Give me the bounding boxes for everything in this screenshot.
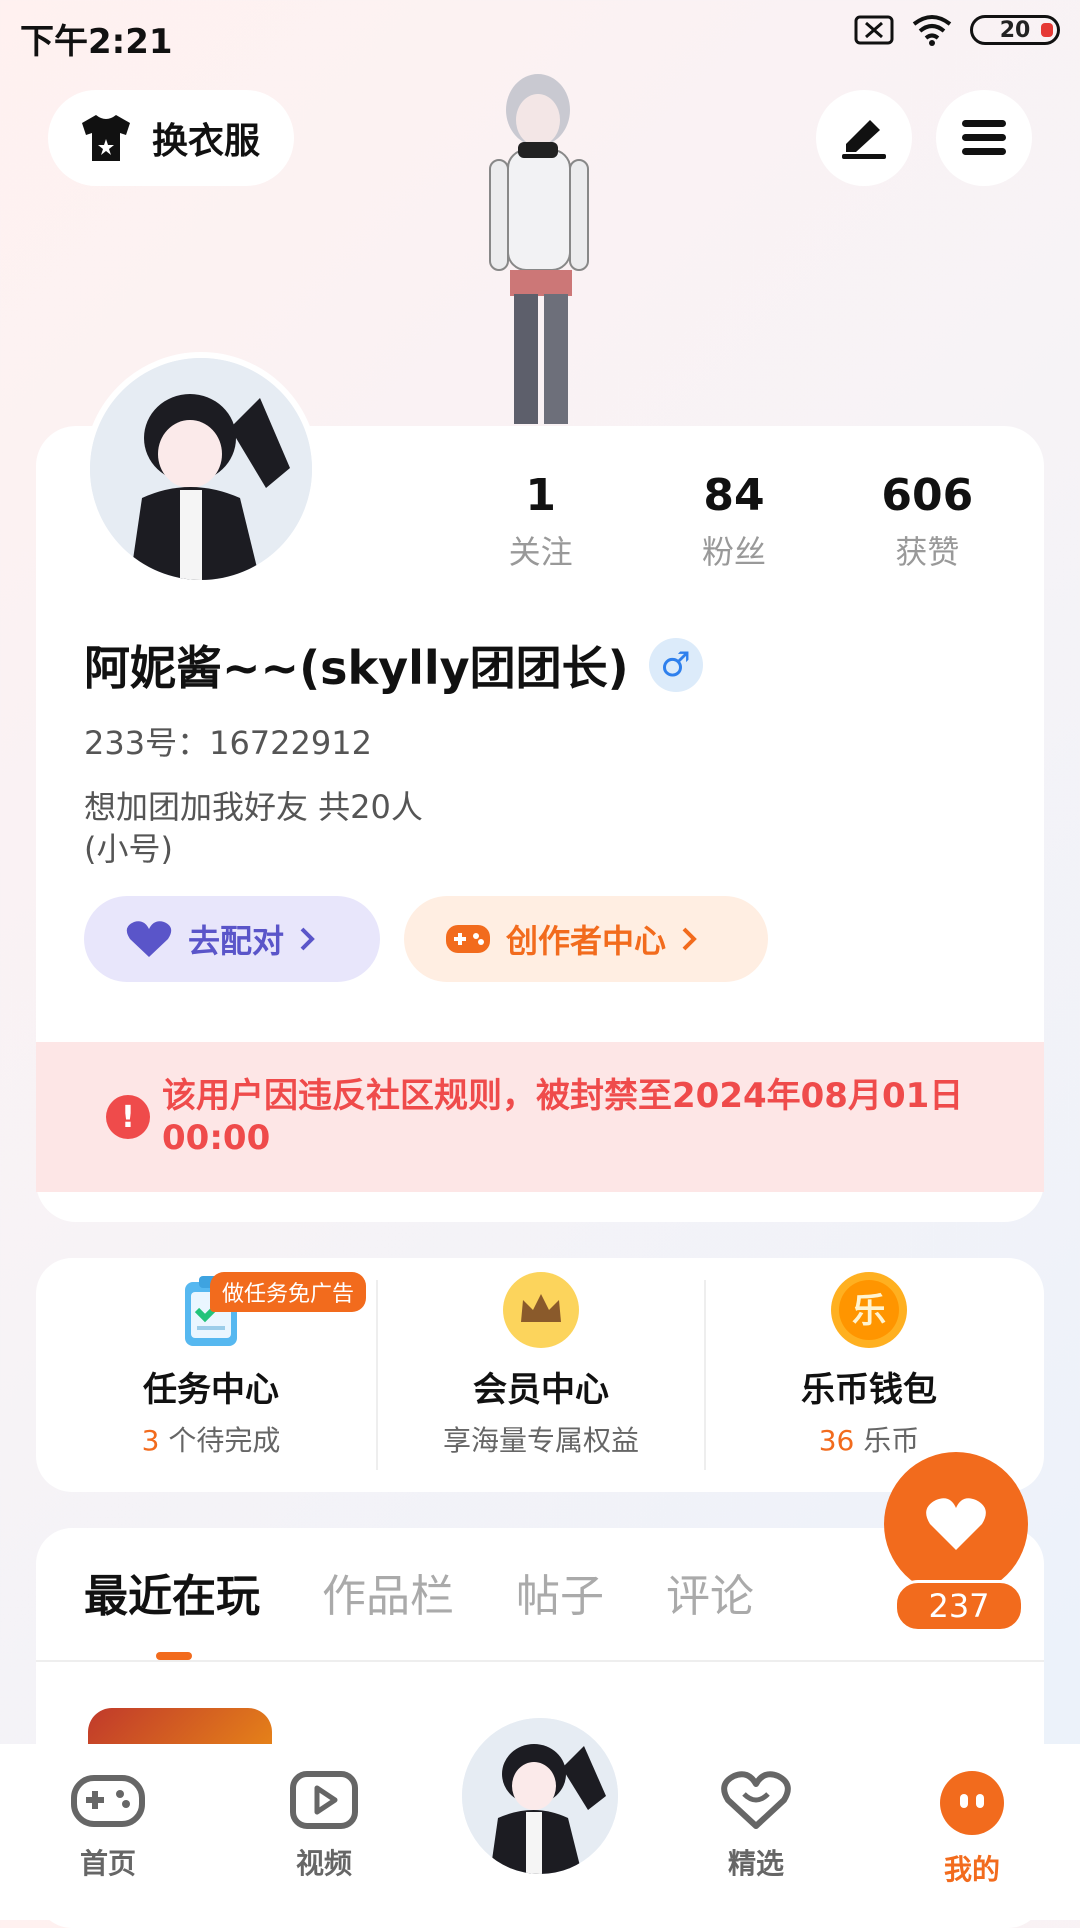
stat-number: 84 xyxy=(703,470,765,521)
heart-icon xyxy=(926,1498,986,1550)
stat-label: 粉丝 xyxy=(701,533,766,571)
creator-center-button[interactable]: 创作者中心 xyxy=(404,896,768,982)
edit-profile-button[interactable] xyxy=(816,90,912,186)
bio-line: 想加团加我好友 共20人 xyxy=(84,788,423,826)
heart-outline-icon xyxy=(721,1771,791,1829)
shirt-icon xyxy=(82,115,130,161)
character-figure xyxy=(489,74,589,424)
service-subtitle: 享海量专属权益 xyxy=(442,1424,639,1457)
stat-label: 获赞 xyxy=(895,533,960,571)
ban-notice-text: 该用户因违反社区规则，被封禁至2024年08月01日 00:00 xyxy=(162,1076,964,1158)
match-label: 去配对 xyxy=(188,922,285,960)
creator-center-label: 创作者中心 xyxy=(506,922,667,960)
status-time: 下午2:21 xyxy=(20,22,173,62)
avatar-image xyxy=(462,1718,618,1874)
menu-icon xyxy=(962,120,1006,155)
stat-following[interactable]: 1 关注 xyxy=(444,470,637,573)
nav-me[interactable]: 我的 xyxy=(902,1770,1042,1888)
status-icons: 20 xyxy=(854,14,1060,46)
coin-count: 36 xyxy=(818,1424,855,1457)
coin-wallet-entry[interactable]: 乐 乐币钱包 36 乐币 xyxy=(704,1270,1034,1459)
nav-label: 精选 xyxy=(727,1847,784,1880)
service-subtitle-text: 个待完成 xyxy=(159,1424,281,1457)
menu-button[interactable] xyxy=(936,90,1032,186)
tab-comments[interactable]: 评论 xyxy=(666,1560,754,1624)
tab-posts[interactable]: 帖子 xyxy=(516,1560,604,1624)
stat-label: 关注 xyxy=(508,533,573,571)
heart-icon xyxy=(126,921,172,957)
username: 阿妮酱~~(skylly团团长) xyxy=(84,641,629,695)
profile-stats: 1 关注 84 粉丝 606 获赞 xyxy=(444,470,1024,573)
divider xyxy=(36,1660,1044,1662)
gender-male-icon: ♂ xyxy=(648,638,703,692)
username-row: 阿妮酱~~(skylly团团长) ♂ xyxy=(84,632,703,698)
avatar-image xyxy=(90,358,312,580)
wifi-icon xyxy=(912,15,952,46)
nav-home[interactable]: 首页 xyxy=(38,1770,178,1882)
user-id: 233号：16722912 xyxy=(84,724,372,762)
nav-video[interactable]: 视频 xyxy=(254,1770,394,1882)
tab-works[interactable]: 作品栏 xyxy=(322,1560,454,1624)
video-play-icon xyxy=(290,1771,358,1829)
battery-level: 20 xyxy=(999,17,1031,43)
stat-followers[interactable]: 84 粉丝 xyxy=(637,470,830,573)
nav-label: 视频 xyxy=(295,1847,352,1880)
service-title: 任务中心 xyxy=(143,1370,279,1410)
nav-featured[interactable]: 精选 xyxy=(686,1770,826,1882)
bio-line: (小号) xyxy=(84,830,173,868)
change-outfit-button[interactable]: 换衣服 xyxy=(48,90,294,186)
content-tabs: 最近在玩 作品栏 帖子 评论 xyxy=(84,1560,754,1624)
like-button[interactable] xyxy=(884,1452,1028,1596)
center-avatar-button[interactable] xyxy=(456,1712,624,1880)
chevron-right-icon xyxy=(682,927,697,951)
ban-notice-banner: ! 该用户因违反社区规则，被封禁至2024年08月01日 00:00 xyxy=(36,1042,1044,1192)
battery-indicator: 20 xyxy=(970,15,1060,45)
service-title: 乐币钱包 xyxy=(801,1370,937,1410)
stat-number: 606 xyxy=(881,470,974,521)
pending-count: 3 xyxy=(141,1424,160,1457)
tab-indicator xyxy=(156,1652,192,1660)
service-subtitle: 36 乐币 xyxy=(704,1419,1034,1459)
crown-icon xyxy=(503,1272,579,1348)
match-button[interactable]: 去配对 xyxy=(84,896,380,982)
change-outfit-label: 换衣服 xyxy=(152,121,261,162)
chevron-right-icon xyxy=(300,927,315,951)
pen-icon xyxy=(842,120,886,159)
bio: 想加团加我好友 共20人 (小号) xyxy=(84,786,423,870)
stat-likes[interactable]: 606 获赞 xyxy=(831,470,1024,573)
no-sim-icon xyxy=(854,15,894,45)
like-count: 237 xyxy=(894,1580,1024,1632)
coin-glyph: 乐 xyxy=(852,1291,886,1331)
profile-face-icon xyxy=(940,1771,1004,1835)
tab-recently-played[interactable]: 最近在玩 xyxy=(84,1560,260,1624)
service-title: 会员中心 xyxy=(473,1370,609,1410)
stat-number: 1 xyxy=(525,470,556,521)
gamepad-icon xyxy=(71,1775,145,1827)
alert-icon: ! xyxy=(106,1095,150,1139)
service-subtitle-text: 乐币 xyxy=(854,1424,920,1457)
vip-center-entry[interactable]: 会员中心 享海量专属权益 xyxy=(376,1270,706,1459)
nav-label: 首页 xyxy=(79,1847,136,1880)
task-badge: 做任务免广告 xyxy=(210,1272,367,1312)
gamepad-icon xyxy=(446,925,490,953)
coin-icon: 乐 xyxy=(831,1272,907,1348)
service-subtitle: 3 个待完成 xyxy=(46,1419,376,1459)
nav-label: 我的 xyxy=(943,1853,1000,1886)
avatar[interactable] xyxy=(84,352,318,586)
